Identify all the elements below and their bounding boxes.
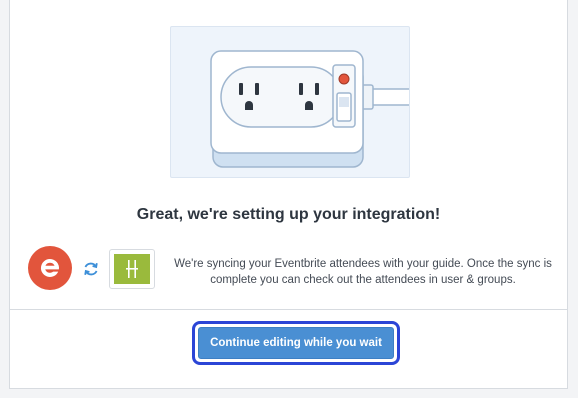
- guide-app-logo: [109, 249, 155, 289]
- sync-message: We're syncing your Eventbrite attendees …: [174, 258, 552, 286]
- sync-icon: [82, 260, 100, 278]
- integration-modal: Great, we're setting up your integration…: [9, 0, 568, 389]
- power-strip-illustration: [170, 26, 410, 178]
- footer-divider: [10, 309, 567, 310]
- eventbrite-logo: [28, 246, 72, 290]
- button-focus-ring: Continue editing while you wait: [192, 321, 400, 365]
- continue-editing-button[interactable]: Continue editing while you wait: [198, 327, 394, 359]
- integration-headline: Great, we're setting up your integration…: [136, 206, 441, 223]
